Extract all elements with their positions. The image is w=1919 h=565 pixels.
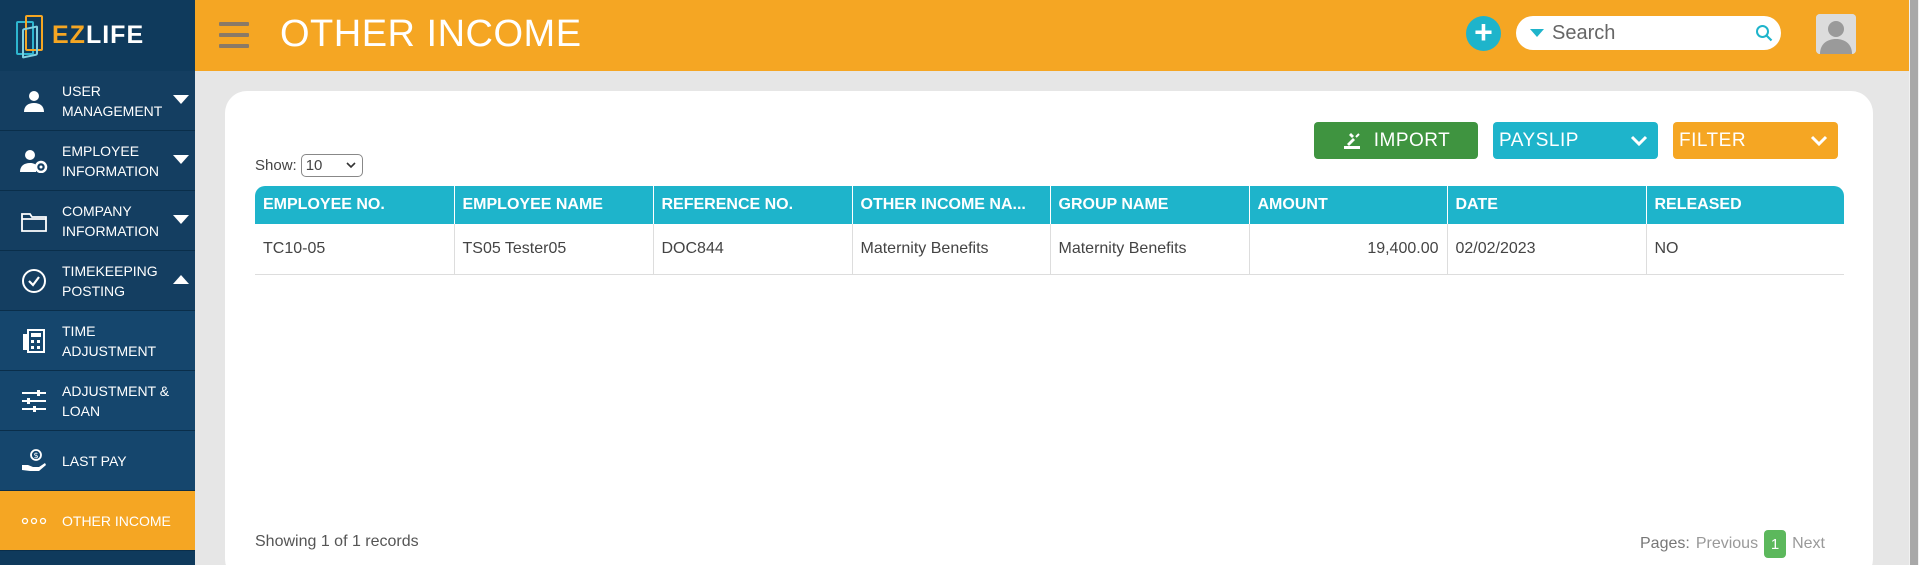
payslip-dropdown[interactable]: PAYSLIP: [1493, 122, 1658, 159]
sidebar-item-other-income[interactable]: OTHER INCOME: [0, 491, 195, 551]
other-income-table: EMPLOYEE NO. EMPLOYEE NAME REFERENCE NO.…: [255, 186, 1844, 275]
filter-dropdown[interactable]: FILTER: [1673, 122, 1838, 159]
scrollbar-thumb[interactable]: [1910, 0, 1918, 565]
cell-other-income-name: Maternity Benefits: [852, 224, 1051, 275]
logo-text: EZLIFE: [52, 21, 145, 49]
avatar[interactable]: [1816, 14, 1856, 54]
column-header-other-income-name[interactable]: OTHER INCOME NA...: [852, 186, 1051, 224]
chevron-down-icon: [173, 95, 189, 104]
search-box[interactable]: [1516, 16, 1781, 50]
pages-label: Pages:: [1640, 535, 1690, 552]
cell-released: NO: [1646, 224, 1844, 275]
chevron-down-icon: [1630, 135, 1648, 147]
chevron-down-icon: [346, 162, 356, 169]
table-header-row: EMPLOYEE NO. EMPLOYEE NAME REFERENCE NO.…: [255, 186, 1844, 224]
column-header-employee-name[interactable]: EMPLOYEE NAME: [454, 186, 654, 224]
sidebar-item-employee-information[interactable]: EMPLOYEE INFORMATION: [0, 131, 195, 191]
logo-mark-icon: [14, 13, 48, 59]
sidebar-item-time-adjustment[interactable]: TIME ADJUSTMENT: [0, 311, 195, 371]
scrollbar[interactable]: [1909, 0, 1919, 565]
sidebar-item-company-information[interactable]: COMPANY INFORMATION: [0, 191, 195, 251]
sidebar-item-timekeeping-posting[interactable]: TIMEKEEPING POSTING: [0, 251, 195, 311]
check-circle-icon: [14, 268, 54, 294]
column-header-date[interactable]: DATE: [1447, 186, 1647, 224]
chevron-down-icon: [173, 155, 189, 164]
logo[interactable]: EZLIFE: [0, 0, 195, 71]
add-button[interactable]: +: [1466, 16, 1501, 51]
sidebar-item-user-management[interactable]: USER MANAGEMENT: [0, 71, 195, 131]
search-icon[interactable]: [1755, 24, 1773, 42]
cell-amount: 19,400.00: [1249, 224, 1448, 275]
sidebar-item-last-pay[interactable]: $ LAST PAY: [0, 431, 195, 491]
hand-money-icon: $: [14, 448, 54, 473]
column-header-released[interactable]: RELEASED: [1646, 186, 1844, 224]
cell-employee-no: TC10-05: [255, 224, 455, 275]
records-summary: Showing 1 of 1 records: [255, 533, 419, 550]
page-size-control: Show: 10: [255, 154, 363, 177]
hamburger-menu-icon[interactable]: [219, 22, 249, 48]
previous-page-link[interactable]: Previous: [1696, 535, 1758, 553]
content-card: [225, 91, 1873, 565]
user-icon: [14, 89, 54, 113]
sliders-icon: [14, 389, 54, 413]
column-header-reference-no[interactable]: REFERENCE NO.: [653, 186, 853, 224]
svg-text:$: $: [34, 451, 39, 460]
chevron-down-icon: [1810, 135, 1828, 147]
show-label: Show:: [255, 157, 297, 174]
cell-group-name: Maternity Benefits: [1050, 224, 1250, 275]
cell-employee-name: TS05 Tester05: [454, 224, 654, 275]
pagination: Pages: Previous 1 Next: [1640, 530, 1825, 558]
search-input[interactable]: [1552, 21, 1757, 45]
dots-icon: [14, 516, 54, 526]
chevron-down-icon: [173, 215, 189, 224]
search-dropdown-caret-icon[interactable]: [1530, 29, 1544, 37]
page-number-button[interactable]: 1: [1764, 530, 1787, 558]
cell-date: 02/02/2023: [1447, 224, 1647, 275]
table-row[interactable]: TC10-05 TS05 Tester05 DOC844 Maternity B…: [255, 224, 1844, 275]
chevron-up-icon: [173, 275, 189, 284]
column-header-group-name[interactable]: GROUP NAME: [1050, 186, 1250, 224]
import-icon: [1343, 132, 1360, 149]
column-header-employee-no[interactable]: EMPLOYEE NO.: [255, 186, 455, 224]
employee-settings-icon: [14, 149, 54, 173]
next-page-link[interactable]: Next: [1792, 535, 1825, 553]
sidebar-item-adjustment-loan[interactable]: ADJUSTMENT & LOAN: [0, 371, 195, 431]
page-title: OTHER INCOME: [280, 13, 582, 55]
column-header-amount[interactable]: AMOUNT: [1249, 186, 1448, 224]
page-size-select[interactable]: 10: [300, 154, 363, 177]
import-button[interactable]: IMPORT: [1314, 122, 1478, 159]
top-header: OTHER INCOME +: [195, 0, 1909, 71]
folder-icon: [14, 210, 54, 232]
sidebar: EZLIFE USER MANAGEMENT EMPLOYEE INFORMATIO…: [0, 0, 195, 565]
calculator-icon: [14, 328, 54, 354]
cell-reference-no: DOC844: [653, 224, 853, 275]
